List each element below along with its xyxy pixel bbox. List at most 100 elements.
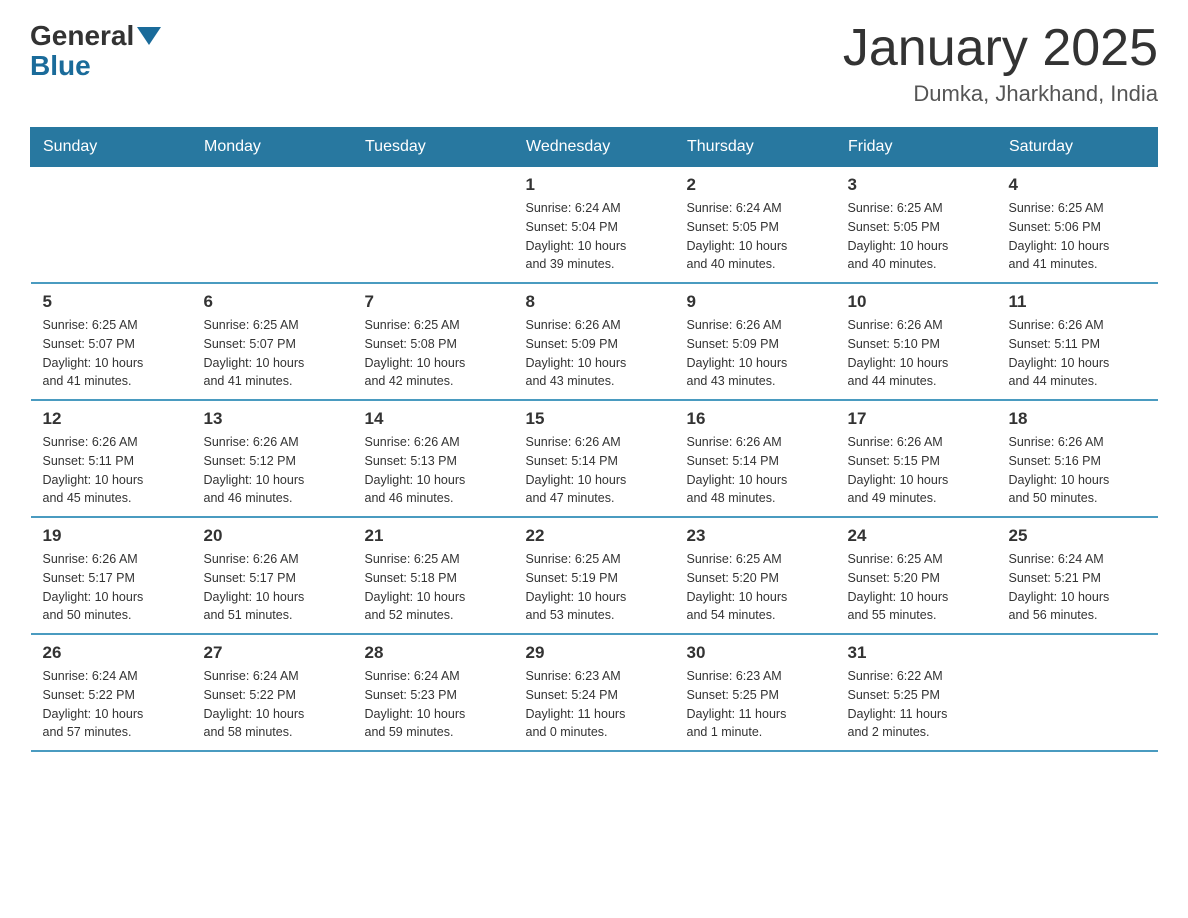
calendar-cell: 25 Sunrise: 6:24 AMSunset: 5:21 PMDayligh… [997, 517, 1158, 634]
logo-blue-text: Blue [30, 50, 91, 82]
calendar-cell [192, 167, 353, 284]
day-info: Sunrise: 6:25 AMSunset: 5:07 PMDaylight:… [204, 316, 341, 391]
calendar-body: 1 Sunrise: 6:24 AMSunset: 5:04 PMDaylight… [31, 167, 1158, 752]
day-info: Sunrise: 6:24 AMSunset: 5:22 PMDaylight:… [43, 667, 180, 742]
calendar-cell [997, 634, 1158, 751]
calendar-week-row: 26 Sunrise: 6:24 AMSunset: 5:22 PMDayligh… [31, 634, 1158, 751]
calendar-cell: 13 Sunrise: 6:26 AMSunset: 5:12 PMDayligh… [192, 400, 353, 517]
day-info: Sunrise: 6:26 AMSunset: 5:11 PMDaylight:… [1009, 316, 1146, 391]
calendar-cell: 16 Sunrise: 6:26 AMSunset: 5:14 PMDayligh… [675, 400, 836, 517]
calendar-cell: 10Sunrise: 6:26 AMSunset: 5:10 PMDayligh… [836, 283, 997, 400]
calendar-cell: 20Sunrise: 6:26 AMSunset: 5:17 PMDayligh… [192, 517, 353, 634]
day-number: 24 [848, 526, 985, 546]
day-info: Sunrise: 6:26 AMSunset: 5:09 PMDaylight:… [526, 316, 663, 391]
day-info: Sunrise: 6:26 AMSunset: 5:16 PMDaylight:… [1009, 433, 1146, 508]
day-info: Sunrise: 6:26 AMSunset: 5:14 PMDaylight:… [687, 433, 824, 508]
day-number: 8 [526, 292, 663, 312]
calendar-cell: 6 Sunrise: 6:25 AMSunset: 5:07 PMDaylight… [192, 283, 353, 400]
day-number: 31 [848, 643, 985, 663]
day-number: 18 [1009, 409, 1146, 429]
calendar-week-row: 1 Sunrise: 6:24 AMSunset: 5:04 PMDaylight… [31, 167, 1158, 284]
day-number: 11 [1009, 292, 1146, 312]
calendar-cell: 28Sunrise: 6:24 AMSunset: 5:23 PMDayligh… [353, 634, 514, 751]
day-number: 13 [204, 409, 341, 429]
day-number: 14 [365, 409, 502, 429]
day-info: Sunrise: 6:26 AMSunset: 5:10 PMDaylight:… [848, 316, 985, 391]
day-info: Sunrise: 6:24 AMSunset: 5:05 PMDaylight:… [687, 199, 824, 274]
day-info: Sunrise: 6:25 AMSunset: 5:18 PMDaylight:… [365, 550, 502, 625]
day-header-tuesday: Tuesday [353, 128, 514, 167]
day-number: 12 [43, 409, 180, 429]
calendar-cell: 18 Sunrise: 6:26 AMSunset: 5:16 PMDayligh… [997, 400, 1158, 517]
day-info: Sunrise: 6:26 AMSunset: 5:15 PMDaylight:… [848, 433, 985, 508]
day-number: 5 [43, 292, 180, 312]
day-number: 23 [687, 526, 824, 546]
day-number: 20 [204, 526, 341, 546]
day-number: 4 [1009, 175, 1146, 195]
day-info: Sunrise: 6:24 AMSunset: 5:22 PMDaylight:… [204, 667, 341, 742]
calendar-cell: 26 Sunrise: 6:24 AMSunset: 5:22 PMDayligh… [31, 634, 192, 751]
calendar-cell: 27 Sunrise: 6:24 AMSunset: 5:22 PMDayligh… [192, 634, 353, 751]
calendar-cell: 21 Sunrise: 6:25 AMSunset: 5:18 PMDayligh… [353, 517, 514, 634]
calendar-cell: 15 Sunrise: 6:26 AMSunset: 5:14 PMDayligh… [514, 400, 675, 517]
calendar-cell: 3 Sunrise: 6:25 AMSunset: 5:05 PMDaylight… [836, 167, 997, 284]
calendar-cell: 23 Sunrise: 6:25 AMSunset: 5:20 PMDayligh… [675, 517, 836, 634]
day-header-thursday: Thursday [675, 128, 836, 167]
calendar-cell: 9 Sunrise: 6:26 AMSunset: 5:09 PMDaylight… [675, 283, 836, 400]
month-title: January 2025 [843, 20, 1158, 77]
day-header-saturday: Saturday [997, 128, 1158, 167]
calendar-cell: 29Sunrise: 6:23 AMSunset: 5:24 PMDayligh… [514, 634, 675, 751]
calendar-cell: 8 Sunrise: 6:26 AMSunset: 5:09 PMDaylight… [514, 283, 675, 400]
day-header-wednesday: Wednesday [514, 128, 675, 167]
day-info: Sunrise: 6:25 AMSunset: 5:07 PMDaylight:… [43, 316, 180, 391]
logo-general-text: General [30, 20, 134, 52]
calendar-week-row: 19Sunrise: 6:26 AMSunset: 5:17 PMDayligh… [31, 517, 1158, 634]
day-info: Sunrise: 6:24 AMSunset: 5:21 PMDaylight:… [1009, 550, 1146, 625]
calendar-cell: 22Sunrise: 6:25 AMSunset: 5:19 PMDayligh… [514, 517, 675, 634]
day-number: 28 [365, 643, 502, 663]
calendar-cell: 17 Sunrise: 6:26 AMSunset: 5:15 PMDayligh… [836, 400, 997, 517]
day-number: 16 [687, 409, 824, 429]
day-info: Sunrise: 6:26 AMSunset: 5:09 PMDaylight:… [687, 316, 824, 391]
day-info: Sunrise: 6:25 AMSunset: 5:06 PMDaylight:… [1009, 199, 1146, 274]
day-number: 2 [687, 175, 824, 195]
day-number: 25 [1009, 526, 1146, 546]
day-header-monday: Monday [192, 128, 353, 167]
day-number: 15 [526, 409, 663, 429]
day-number: 17 [848, 409, 985, 429]
calendar-cell [353, 167, 514, 284]
calendar-cell: 1 Sunrise: 6:24 AMSunset: 5:04 PMDaylight… [514, 167, 675, 284]
day-number: 21 [365, 526, 502, 546]
day-number: 6 [204, 292, 341, 312]
day-number: 30 [687, 643, 824, 663]
day-number: 19 [43, 526, 180, 546]
day-header-sunday: Sunday [31, 128, 192, 167]
page-header: General Blue January 2025 Dumka, Jharkha… [30, 20, 1158, 107]
day-number: 26 [43, 643, 180, 663]
day-info: Sunrise: 6:26 AMSunset: 5:14 PMDaylight:… [526, 433, 663, 508]
day-header-friday: Friday [836, 128, 997, 167]
day-info: Sunrise: 6:23 AMSunset: 5:24 PMDaylight:… [526, 667, 663, 742]
day-info: Sunrise: 6:24 AMSunset: 5:04 PMDaylight:… [526, 199, 663, 274]
calendar-cell: 30Sunrise: 6:23 AMSunset: 5:25 PMDayligh… [675, 634, 836, 751]
days-header-row: SundayMondayTuesdayWednesdayThursdayFrid… [31, 128, 1158, 167]
calendar-cell: 2 Sunrise: 6:24 AMSunset: 5:05 PMDaylight… [675, 167, 836, 284]
calendar-week-row: 5 Sunrise: 6:25 AMSunset: 5:07 PMDaylight… [31, 283, 1158, 400]
day-info: Sunrise: 6:22 AMSunset: 5:25 PMDaylight:… [848, 667, 985, 742]
day-number: 9 [687, 292, 824, 312]
day-info: Sunrise: 6:26 AMSunset: 5:12 PMDaylight:… [204, 433, 341, 508]
calendar-cell: 5 Sunrise: 6:25 AMSunset: 5:07 PMDaylight… [31, 283, 192, 400]
day-info: Sunrise: 6:25 AMSunset: 5:20 PMDaylight:… [687, 550, 824, 625]
location-title: Dumka, Jharkhand, India [843, 81, 1158, 107]
day-info: Sunrise: 6:25 AMSunset: 5:19 PMDaylight:… [526, 550, 663, 625]
logo: General Blue [30, 20, 161, 82]
day-number: 3 [848, 175, 985, 195]
calendar-cell: 4 Sunrise: 6:25 AMSunset: 5:06 PMDaylight… [997, 167, 1158, 284]
day-info: Sunrise: 6:26 AMSunset: 5:11 PMDaylight:… [43, 433, 180, 508]
calendar-cell: 11 Sunrise: 6:26 AMSunset: 5:11 PMDayligh… [997, 283, 1158, 400]
day-info: Sunrise: 6:25 AMSunset: 5:08 PMDaylight:… [365, 316, 502, 391]
day-info: Sunrise: 6:25 AMSunset: 5:05 PMDaylight:… [848, 199, 985, 274]
day-number: 27 [204, 643, 341, 663]
day-number: 1 [526, 175, 663, 195]
calendar-cell: 24Sunrise: 6:25 AMSunset: 5:20 PMDayligh… [836, 517, 997, 634]
